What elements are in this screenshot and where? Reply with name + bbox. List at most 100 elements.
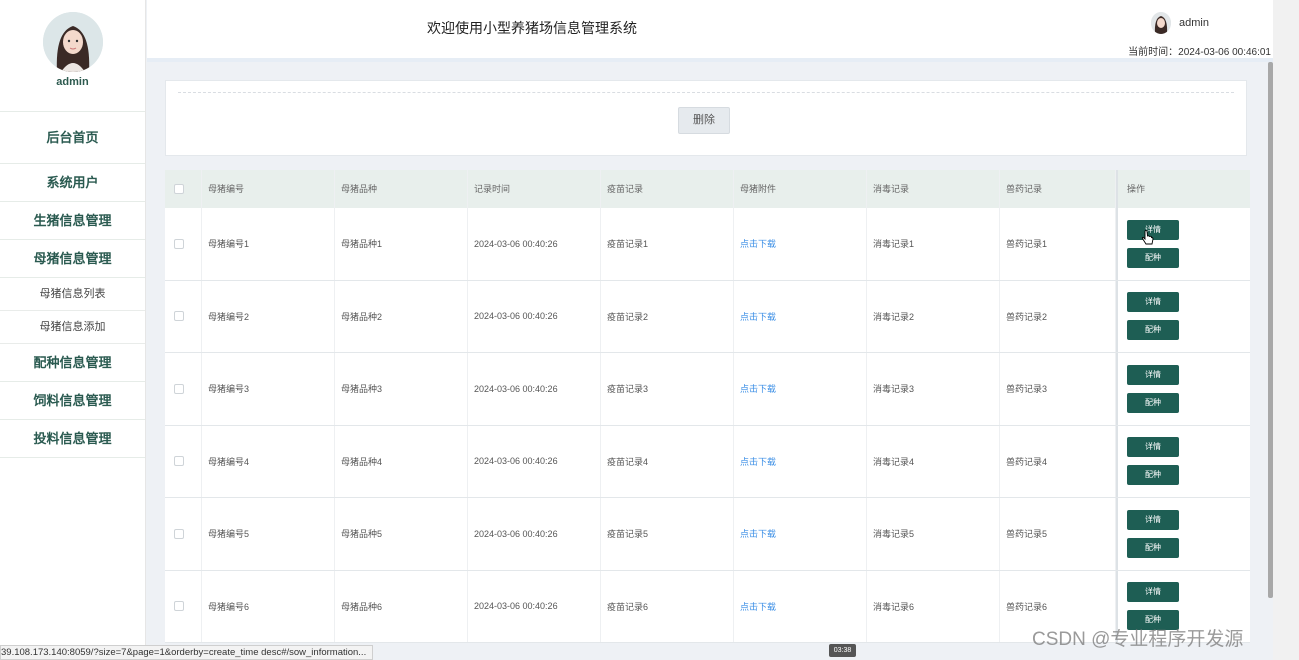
sidebar-item-breeding[interactable]: 配种信息管理: [0, 344, 145, 382]
column-header[interactable]: 母猪品种: [335, 170, 468, 208]
column-header[interactable]: 疫苗记录: [601, 170, 734, 208]
row-select-cell: [165, 570, 202, 642]
table-row: 母猪编号1 母猪品种1 2024-03-06 00:40:26 疫苗记录1 点击…: [165, 208, 1250, 281]
breed-cell: 母猪品种1: [335, 208, 468, 280]
sow-id-cell: 母猪编号6: [202, 570, 335, 642]
download-link[interactable]: 点击下载: [740, 455, 776, 468]
breed-button[interactable]: 配种: [1127, 392, 1179, 413]
download-link[interactable]: 点击下载: [740, 382, 776, 395]
sidebar-item-sow-info[interactable]: 母猪信息管理: [0, 240, 145, 278]
detail-button[interactable]: 详情: [1127, 292, 1179, 313]
column-header[interactable]: 消毒记录: [867, 170, 1000, 208]
attachment-cell: 点击下载: [734, 498, 867, 570]
sidebar: admin 后台首页 系统用户 生猪信息管理 母猪信息管理 母猪信息列表 母猪信…: [0, 0, 146, 660]
time-cell: 2024-03-06 00:40:26: [468, 280, 601, 352]
sow-id-cell: 母猪编号2: [202, 280, 335, 352]
download-link[interactable]: 点击下载: [740, 310, 776, 323]
sow-id-cell: 母猪编号1: [202, 208, 335, 280]
sidebar-subitem-sow-add[interactable]: 母猪信息添加: [0, 311, 145, 344]
disinfect-cell: 消毒记录2: [867, 280, 1000, 352]
breed-cell: 母猪品种3: [335, 353, 468, 425]
action-panel: 删除: [165, 80, 1247, 156]
row-checkbox[interactable]: [174, 383, 184, 394]
vaccine-cell: 疫苗记录3: [601, 353, 734, 425]
row-checkbox[interactable]: [174, 311, 184, 322]
vaccine-cell: 疫苗记录6: [601, 570, 734, 642]
medicine-cell: 兽药记录5: [1000, 498, 1116, 570]
operation-cell: 详情 配种: [1116, 425, 1250, 497]
attachment-cell: 点击下载: [734, 280, 867, 352]
page-scrollbar-thumb[interactable]: [1268, 62, 1273, 598]
operation-cell: 详情 配种: [1116, 280, 1250, 352]
attachment-cell: 点击下载: [734, 570, 867, 642]
download-link[interactable]: 点击下载: [740, 527, 776, 540]
row-select-cell: [165, 498, 202, 570]
page-scrollbar-track[interactable]: [1273, 0, 1299, 660]
watermark: CSDN @专业程序开发源: [1032, 629, 1244, 650]
row-checkbox[interactable]: [174, 601, 184, 612]
select-all-cell: [165, 170, 202, 208]
medicine-cell: 兽药记录4: [1000, 425, 1116, 497]
header-avatar: [1151, 12, 1172, 34]
vaccine-cell: 疫苗记录1: [601, 208, 734, 280]
sidebar-profile: admin: [0, 12, 145, 112]
breed-button[interactable]: 配种: [1127, 465, 1179, 486]
operation-cell: 详情 配种: [1116, 498, 1250, 570]
disinfect-cell: 消毒记录4: [867, 425, 1000, 497]
breed-button[interactable]: 配种: [1127, 537, 1179, 558]
table-row: 母猪编号5 母猪品种5 2024-03-06 00:40:26 疫苗记录5 点击…: [165, 498, 1250, 571]
current-time: 当前时间：2024-03-06 00:46:01: [1128, 47, 1271, 58]
breed-button[interactable]: 配种: [1127, 320, 1179, 341]
sidebar-item-feed[interactable]: 饲料信息管理: [0, 382, 145, 420]
table-header: 母猪编号 母猪品种 记录时间 疫苗记录 母猪附件 消毒记录 兽药记录 操作: [165, 170, 1250, 208]
medicine-cell: 兽药记录3: [1000, 353, 1116, 425]
detail-button[interactable]: 详情: [1127, 509, 1179, 530]
column-header[interactable]: 兽药记录: [1000, 170, 1116, 208]
sidebar-item-system-users[interactable]: 系统用户: [0, 164, 145, 202]
time-cell: 2024-03-06 00:40:26: [468, 208, 601, 280]
time-cell: 2024-03-06 00:40:26: [468, 570, 601, 642]
row-select-cell: [165, 280, 202, 352]
hand-cursor-icon: [1141, 230, 1155, 251]
detail-button[interactable]: 详情: [1127, 364, 1179, 385]
avatar[interactable]: [42, 12, 103, 72]
video-time-badge: 03:38: [829, 644, 856, 657]
detail-button[interactable]: 详情: [1127, 437, 1179, 458]
row-select-cell: [165, 208, 202, 280]
select-all-checkbox[interactable]: [174, 184, 184, 194]
sidebar-subitem-sow-list[interactable]: 母猪信息列表: [0, 278, 145, 311]
medicine-cell: 兽药记录2: [1000, 280, 1116, 352]
time-cell: 2024-03-06 00:40:26: [468, 498, 601, 570]
medicine-cell: 兽药记录1: [1000, 208, 1116, 280]
status-bar-url: 39.108.173.140:8059/?size=7&page=1&order…: [0, 645, 374, 660]
row-select-cell: [165, 353, 202, 425]
download-link[interactable]: 点击下载: [740, 237, 776, 250]
sidebar-item-home[interactable]: 后台首页: [0, 112, 145, 164]
column-header[interactable]: 母猪编号: [202, 170, 335, 208]
row-checkbox[interactable]: [174, 456, 184, 467]
vaccine-cell: 疫苗记录4: [601, 425, 734, 497]
operation-cell: 详情 配种: [1116, 353, 1250, 425]
delete-button[interactable]: 删除: [678, 107, 730, 134]
header-user[interactable]: admin: [1151, 12, 1209, 34]
row-checkbox[interactable]: [174, 528, 184, 539]
disinfect-cell: 消毒记录5: [867, 498, 1000, 570]
column-header: 操作: [1116, 170, 1250, 208]
column-header[interactable]: 记录时间: [468, 170, 601, 208]
row-checkbox[interactable]: [174, 238, 184, 249]
breed-cell: 母猪品种2: [335, 280, 468, 352]
disinfect-cell: 消毒记录1: [867, 208, 1000, 280]
sidebar-item-pig-info[interactable]: 生猪信息管理: [0, 202, 145, 240]
download-link[interactable]: 点击下载: [740, 600, 776, 613]
top-header: 欢迎使用小型养猪场信息管理系统 admin 当前时间：2024-03-06 00…: [147, 0, 1273, 62]
sidebar-item-feeding[interactable]: 投料信息管理: [0, 420, 145, 458]
sow-id-cell: 母猪编号4: [202, 425, 335, 497]
detail-button[interactable]: 详情: [1127, 582, 1179, 603]
page-title: 欢迎使用小型养猪场信息管理系统: [427, 20, 637, 36]
table-row: 母猪编号4 母猪品种4 2024-03-06 00:40:26 疫苗记录4 点击…: [165, 425, 1250, 498]
attachment-cell: 点击下载: [734, 425, 867, 497]
attachment-cell: 点击下载: [734, 353, 867, 425]
attachment-cell: 点击下载: [734, 208, 867, 280]
sow-id-cell: 母猪编号3: [202, 353, 335, 425]
column-header[interactable]: 母猪附件: [734, 170, 867, 208]
